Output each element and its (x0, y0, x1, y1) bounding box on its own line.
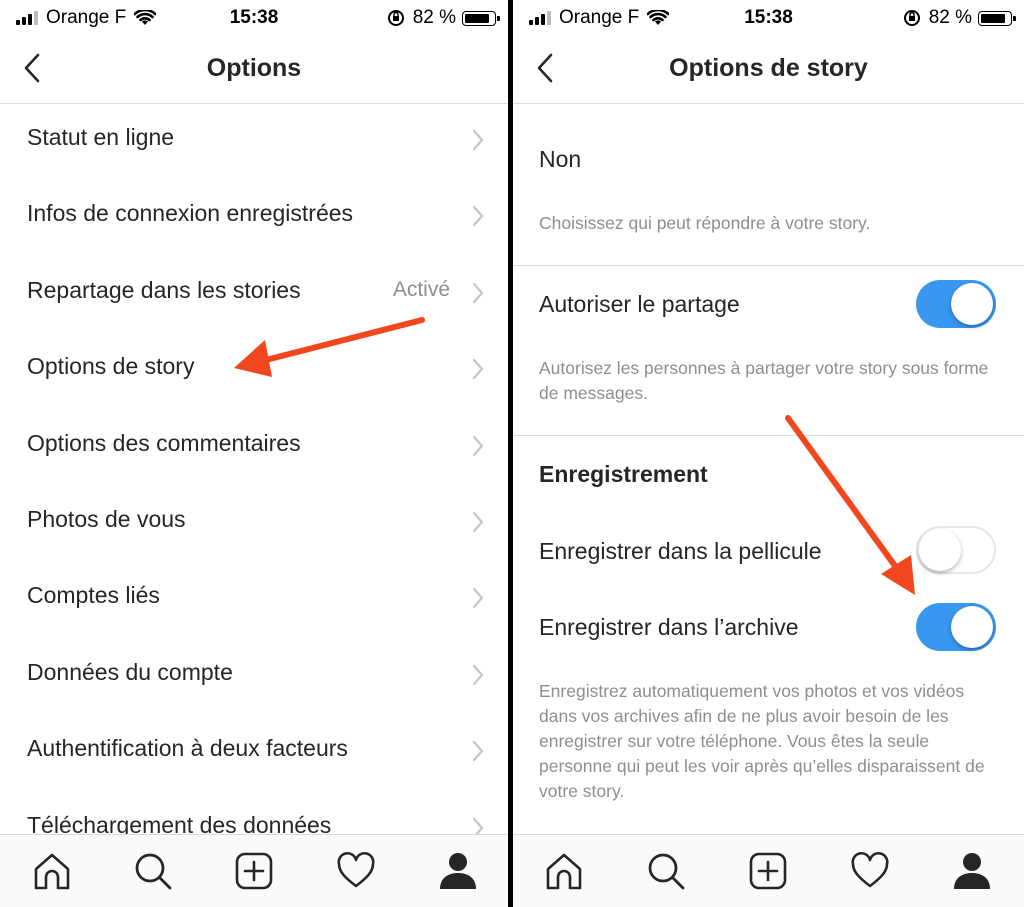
heart-icon[interactable] (850, 851, 890, 891)
save-description: Enregistrez automatiquement vos photos e… (539, 681, 985, 801)
divider (513, 265, 1024, 266)
menu-item-label: Options des commentaires (27, 429, 301, 456)
divider (513, 435, 1024, 436)
chevron-right-icon (472, 511, 484, 533)
section-heading: Enregistrement (539, 461, 708, 487)
options-list: Statut en ligne Infos de connexion enregi… (0, 104, 508, 868)
tab-bar (513, 834, 1024, 907)
save-archive-toggle[interactable] (916, 603, 996, 651)
menu-item[interactable]: Options des commentaires (0, 410, 508, 486)
tab-bar (0, 834, 508, 907)
chevron-right-icon (472, 588, 484, 609)
status-bar: Orange F 15:38 82 % (513, 0, 1024, 36)
share-toggle[interactable] (916, 280, 996, 328)
toggle-knob (951, 606, 993, 648)
battery-icon (978, 10, 1016, 26)
menu-item-label: Options de story (27, 353, 195, 380)
search-icon[interactable] (646, 851, 686, 891)
status-bar: Orange F 15:38 82 % (0, 0, 508, 36)
menu-item-label: Photos de vous (27, 505, 186, 532)
menu-item-label: Statut en ligne (27, 124, 175, 150)
menu-item-label: Données du compte (27, 658, 233, 685)
menu-item[interactable]: Statut en ligne (0, 104, 508, 180)
left-screen: Orange F 15:38 82 % Options Statut en li… (0, 0, 508, 907)
right-screen: Orange F 15:38 82 % Options de story Non… (513, 0, 1024, 907)
share-label: Autoriser le partage (539, 291, 740, 317)
menu-item[interactable]: Comptes liés (0, 562, 508, 638)
menu-item[interactable]: Infos de connexion enregistrées (0, 180, 508, 256)
menu-item[interactable]: Authentification à deux facteurs (0, 715, 508, 791)
nav-bar: Options (0, 36, 508, 104)
menu-item-label: Comptes liés (27, 582, 160, 609)
menu-item[interactable]: Options de story (0, 333, 508, 409)
rotation-lock-icon (387, 10, 404, 26)
toggle-knob (951, 283, 993, 325)
toggle-knob (919, 529, 961, 571)
save-camera-label: Enregistrer dans la pellicule (539, 538, 822, 564)
menu-item-label: Infos de connexion enregistrées (27, 200, 354, 227)
reply-description: Choisissez qui peut répondre à votre sto… (539, 213, 871, 233)
chevron-right-icon (472, 206, 484, 227)
chevron-right-icon (472, 740, 484, 762)
save-archive-label: Enregistrer dans l’archive (539, 614, 799, 640)
menu-item[interactable]: Repartage dans les stories Activé (0, 257, 508, 333)
heart-icon[interactable] (336, 851, 376, 891)
home-icon[interactable] (544, 851, 584, 891)
page-title: Options de story (669, 54, 868, 82)
menu-item-value: Activé (392, 277, 450, 301)
share-description: Autorisez les personnes à partager votre… (539, 358, 989, 403)
home-icon[interactable] (32, 851, 72, 891)
nav-bar: Options de story (513, 36, 1024, 104)
profile-icon[interactable] (438, 851, 478, 891)
page-title: Options (206, 54, 302, 82)
chevron-right-icon (472, 282, 484, 303)
chevron-right-icon (472, 358, 484, 380)
add-icon[interactable] (234, 851, 274, 891)
battery-icon (462, 10, 500, 26)
add-icon[interactable] (748, 851, 788, 891)
chevron-right-icon (472, 435, 484, 456)
menu-item[interactable]: Photos de vous (0, 486, 508, 562)
reply-setting-value[interactable]: Non (539, 146, 581, 173)
save-camera-toggle[interactable] (916, 526, 996, 574)
rotation-lock-icon (903, 10, 920, 26)
menu-item-label: Repartage dans les stories (27, 276, 301, 303)
chevron-right-icon (472, 129, 484, 151)
menu-item[interactable]: Données du compte (0, 639, 508, 715)
battery-percent: 82 % (412, 7, 456, 28)
profile-icon[interactable] (952, 851, 992, 891)
menu-item-label: Authentification à deux facteurs (27, 735, 348, 762)
battery-percent: 82 % (928, 7, 972, 28)
chevron-right-icon (472, 664, 484, 685)
search-icon[interactable] (133, 851, 173, 891)
